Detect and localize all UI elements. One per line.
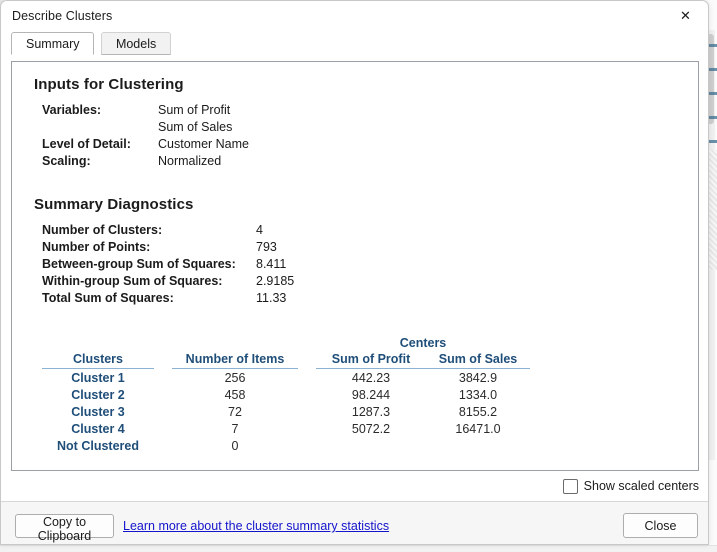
table-row: Cluster 2 458 98.244 1334.0 xyxy=(42,386,530,403)
inputs-row-scaling: Scaling: Normalized xyxy=(42,153,682,170)
cell-sum-of-sales: 1334.0 xyxy=(426,386,530,403)
cell-sum-of-profit xyxy=(316,437,426,454)
diagnostics-label-within-group-ss: Within-group Sum of Squares: xyxy=(42,273,256,290)
diagnostics-value-number-of-points: 793 xyxy=(256,239,277,256)
group-header-spacer-items xyxy=(172,335,298,351)
learn-more-link[interactable]: Learn more about the cluster summary sta… xyxy=(123,519,389,533)
cell-gap xyxy=(154,420,172,437)
inputs-row-variables: Variables: Sum of Profit xyxy=(42,102,682,119)
tab-strip: Summary Models xyxy=(1,32,708,55)
tab-models[interactable]: Models xyxy=(101,32,171,55)
close-icon: ✕ xyxy=(680,10,691,23)
inputs-label-blank xyxy=(42,119,158,136)
cell-gap xyxy=(154,369,172,387)
close-button[interactable]: Close xyxy=(623,513,698,538)
cell-cluster-name: Cluster 1 xyxy=(42,369,154,387)
inputs-label-scaling: Scaling: xyxy=(42,153,158,170)
cell-gap2 xyxy=(298,437,316,454)
dialog-title: Describe Clusters xyxy=(12,9,112,23)
inputs-value-scaling: Normalized xyxy=(158,153,221,170)
table-row: Cluster 4 7 5072.2 16471.0 xyxy=(42,420,530,437)
inputs-value-variable-2: Sum of Sales xyxy=(158,119,232,136)
inputs-section-heading: Inputs for Clustering xyxy=(34,76,682,93)
cell-sum-of-sales xyxy=(426,437,530,454)
cell-gap xyxy=(154,437,172,454)
summary-content-panel: Inputs for Clustering Variables: Sum of … xyxy=(11,61,699,471)
group-header-spacer-clusters xyxy=(42,335,154,351)
dialog-title-bar: Describe Clusters ✕ xyxy=(1,1,708,32)
diagnostics-row-within-group-ss: Within-group Sum of Squares: 2.9185 xyxy=(42,273,682,290)
inputs-value-variable-1: Sum of Profit xyxy=(158,102,230,119)
column-header-gap2 xyxy=(298,351,316,369)
cell-sum-of-profit: 98.244 xyxy=(316,386,426,403)
diagnostics-label-number-of-clusters: Number of Clusters: xyxy=(42,222,256,239)
cell-sum-of-sales: 8155.2 xyxy=(426,403,530,420)
diagnostics-row-number-of-points: Number of Points: 793 xyxy=(42,239,682,256)
cell-cluster-name: Not Clustered xyxy=(42,437,154,454)
diagnostics-label-between-group-ss: Between-group Sum of Squares: xyxy=(42,256,256,273)
cell-cluster-name: Cluster 3 xyxy=(42,403,154,420)
diagnostics-row-total-ss: Total Sum of Squares: 11.33 xyxy=(42,290,682,307)
describe-clusters-dialog: Describe Clusters ✕ Summary Models Input… xyxy=(0,0,709,545)
inputs-list: Variables: Sum of Profit Sum of Sales Le… xyxy=(42,102,682,170)
column-header-clusters: Clusters xyxy=(42,351,154,369)
dialog-footer: Copy to Clipboard Learn more about the c… xyxy=(1,501,708,545)
group-header-spacer-gap2 xyxy=(298,335,316,351)
show-scaled-centers-label: Show scaled centers xyxy=(584,479,699,493)
cluster-summary-table: Centers Clusters Number of Items Sum of … xyxy=(42,335,530,454)
scaled-centers-row: Show scaled centers xyxy=(11,475,699,497)
cell-number-of-items: 0 xyxy=(172,437,298,454)
close-icon-button[interactable]: ✕ xyxy=(663,1,708,31)
cell-number-of-items: 256 xyxy=(172,369,298,387)
diagnostics-value-number-of-clusters: 4 xyxy=(256,222,263,239)
inputs-label-variables: Variables: xyxy=(42,102,158,119)
inputs-row-level-of-detail: Level of Detail: Customer Name xyxy=(42,136,682,153)
cell-sum-of-profit: 1287.3 xyxy=(316,403,426,420)
diagnostics-label-total-ss: Total Sum of Squares: xyxy=(42,290,256,307)
cell-sum-of-profit: 5072.2 xyxy=(316,420,426,437)
diagnostics-value-between-group-ss: 8.411 xyxy=(256,256,286,273)
column-header-gap xyxy=(154,351,172,369)
cell-gap2 xyxy=(298,420,316,437)
cell-number-of-items: 7 xyxy=(172,420,298,437)
tab-summary[interactable]: Summary xyxy=(11,32,94,55)
checkbox-box-icon[interactable] xyxy=(563,479,578,494)
cell-gap xyxy=(154,403,172,420)
diagnostics-row-number-of-clusters: Number of Clusters: 4 xyxy=(42,222,682,239)
inputs-label-level-of-detail: Level of Detail: xyxy=(42,136,158,153)
cell-sum-of-sales: 3842.9 xyxy=(426,369,530,387)
column-header-sum-of-profit: Sum of Profit xyxy=(316,351,426,369)
cell-cluster-name: Cluster 2 xyxy=(42,386,154,403)
column-header-sum-of-sales: Sum of Sales xyxy=(426,351,530,369)
table-group-header-row: Centers xyxy=(42,335,530,351)
inputs-row-variables-cont: Sum of Sales xyxy=(42,119,682,136)
diagnostics-section-heading: Summary Diagnostics xyxy=(34,196,682,213)
cell-cluster-name: Cluster 4 xyxy=(42,420,154,437)
cell-sum-of-sales: 16471.0 xyxy=(426,420,530,437)
table-header-row: Clusters Number of Items Sum of Profit S… xyxy=(42,351,530,369)
show-scaled-centers-checkbox[interactable]: Show scaled centers xyxy=(563,479,699,494)
copy-to-clipboard-button[interactable]: Copy to Clipboard xyxy=(15,514,114,538)
table-row: Cluster 1 256 442.23 3842.9 xyxy=(42,369,530,387)
group-header-centers: Centers xyxy=(316,335,530,351)
diagnostics-list: Number of Clusters: 4 Number of Points: … xyxy=(42,222,682,307)
diagnostics-value-total-ss: 11.33 xyxy=(256,290,286,307)
column-header-number-of-items: Number of Items xyxy=(172,351,298,369)
table-row: Cluster 3 72 1287.3 8155.2 xyxy=(42,403,530,420)
diagnostics-label-number-of-points: Number of Points: xyxy=(42,239,256,256)
cell-gap2 xyxy=(298,403,316,420)
diagnostics-value-within-group-ss: 2.9185 xyxy=(256,273,294,290)
table-row: Not Clustered 0 xyxy=(42,437,530,454)
diagnostics-row-between-group-ss: Between-group Sum of Squares: 8.411 xyxy=(42,256,682,273)
cell-gap xyxy=(154,386,172,403)
cell-gap2 xyxy=(298,369,316,387)
group-header-spacer-gap xyxy=(154,335,172,351)
cell-number-of-items: 72 xyxy=(172,403,298,420)
cell-sum-of-profit: 442.23 xyxy=(316,369,426,387)
cell-number-of-items: 458 xyxy=(172,386,298,403)
inputs-value-level-of-detail: Customer Name xyxy=(158,136,249,153)
cell-gap2 xyxy=(298,386,316,403)
